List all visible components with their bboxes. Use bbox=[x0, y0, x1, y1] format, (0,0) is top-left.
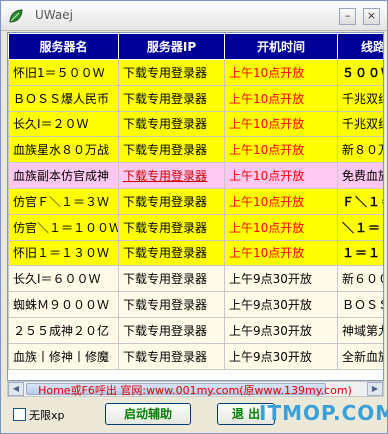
column-header-line[interactable]: 线路 bbox=[337, 33, 383, 60]
server-name-cell: 仿官＼１＝１００Ｗ bbox=[8, 213, 119, 241]
line-cell: ＢＯＳＳ bbox=[337, 291, 383, 318]
close-icon: × bbox=[366, 9, 377, 22]
open-time-cell: 上午10点开放 bbox=[224, 239, 338, 267]
open-time-cell: 上午9点30开放 bbox=[224, 265, 338, 293]
column-header-name[interactable]: 服务器名 bbox=[8, 33, 119, 60]
open-time-cell: 上午10点开放 bbox=[224, 162, 338, 189]
unlimited-xp-label: 无限xp bbox=[29, 409, 65, 422]
app-window: UWaej – × 服务器名 服务器IP 开机时间 线路 怀旧1＝５００Ｗ 下载专… bbox=[0, 0, 388, 434]
line-cell: 新８０万 bbox=[337, 136, 383, 164]
unlimited-xp-checkbox[interactable] bbox=[13, 408, 26, 421]
server-name-cell: 血族副本仿官成神 bbox=[8, 162, 119, 189]
info-text: Home或F6呼出 官网:www.001my.com(原www.139my.co… bbox=[38, 384, 352, 397]
table-row[interactable]: 蜘蛛Ｍ９０００Ｗ下载专用登录器上午9点30开放ＢＯＳＳ bbox=[8, 291, 383, 318]
server-table: 服务器名 服务器IP 开机时间 线路 怀旧1＝５００Ｗ 下载专用登录器 上午10点开… bbox=[8, 33, 383, 370]
server-name-cell: 仿官Ｆ＼１＝３Ｗ bbox=[8, 187, 119, 215]
header-row: 服务器名 服务器IP 开机时间 线路 bbox=[8, 33, 383, 60]
server-ip-cell: 下载专用登录器 bbox=[118, 110, 225, 138]
table-row[interactable]: ２５５成神２０亿下载专用登录器上午9点30开放神域第九 bbox=[8, 316, 383, 344]
line-cell: 千兆双线 bbox=[337, 110, 383, 138]
table-row[interactable]: 仿官＼１＝１００Ｗ下载专用登录器上午10点开放＼１＝１０ bbox=[8, 213, 383, 241]
server-name-cell: 怀旧１＝１３０Ｗ bbox=[8, 239, 119, 267]
table-row[interactable]: 血族丨修神丨修魔下载专用登录器上午9点30开放全新血族 bbox=[8, 342, 383, 370]
watermark: ITMOP.COM bbox=[259, 401, 388, 425]
server-ip-cell: 下载专用登录器 bbox=[118, 136, 225, 164]
table-row[interactable]: 长久Ⅰ＝２０Ｗ下载专用登录器上午10点开放千兆双线 bbox=[8, 110, 383, 138]
server-ip-cell: 下载专用登录器 bbox=[118, 187, 225, 215]
server-ip-cell: 下载专用登录器 bbox=[118, 239, 225, 267]
line-cell: 神域第九 bbox=[337, 316, 383, 344]
column-header-time[interactable]: 开机时间 bbox=[224, 33, 338, 60]
column-header-ip[interactable]: 服务器IP bbox=[118, 33, 225, 60]
server-name-cell: ＢＯＳＳ爆人民币 bbox=[8, 84, 119, 112]
server-name-cell: 蜘蛛Ｍ９０００Ｗ bbox=[8, 291, 119, 318]
line-cell: 新６００Ｗ bbox=[337, 265, 383, 293]
title-bar[interactable]: UWaej – × bbox=[1, 1, 387, 31]
table-row[interactable]: 血族星水８０万战下载专用登录器上午10点开放新８０万 bbox=[8, 136, 383, 164]
server-name-cell: ２５５成神２０亿 bbox=[8, 316, 119, 344]
table-row[interactable]: ＢＯＳＳ爆人民币下载专用登录器上午10点开放千兆双线 bbox=[8, 84, 383, 112]
minimize-button[interactable]: – bbox=[339, 8, 356, 25]
server-ip-cell: 下载专用登录器 bbox=[118, 213, 225, 241]
open-time-cell: 上午9点30开放 bbox=[224, 316, 338, 344]
window-title: UWaej bbox=[35, 8, 73, 22]
table-row[interactable]: 长久Ⅰ＝６００Ｗ下载专用登录器上午9点30开放新６００Ｗ bbox=[8, 265, 383, 293]
server-ip-cell: 下载专用登录器 bbox=[118, 291, 225, 318]
line-cell: 全新血族 bbox=[337, 342, 383, 370]
open-time-cell: 上午10点开放 bbox=[224, 136, 338, 164]
open-time-cell: 上午10点开放 bbox=[224, 59, 338, 86]
server-ip-cell: 下载专用登录器 bbox=[118, 316, 225, 344]
open-time-cell: 上午10点开放 bbox=[224, 213, 338, 241]
table-row[interactable]: 怀旧1＝５００Ｗ下载专用登录器上午10点开放５００Ｗ bbox=[8, 59, 383, 86]
server-name-cell: 血族星水８０万战 bbox=[8, 136, 119, 164]
open-time-cell: 上午9点30开放 bbox=[224, 342, 338, 370]
table-row[interactable]: 怀旧１＝１３０Ｗ下载专用登录器上午10点开放１＝１３０ bbox=[8, 239, 383, 267]
server-ip-cell: 下载专用登录器 bbox=[118, 59, 225, 86]
open-time-cell: 上午10点开放 bbox=[224, 110, 338, 138]
open-time-cell: 上午10点开放 bbox=[224, 187, 338, 215]
table-row[interactable]: 血族副本仿官成神下载专用登录器上午10点开放免费血族 bbox=[8, 162, 383, 189]
server-ip-cell: 下载专用登录器 bbox=[118, 162, 225, 189]
line-cell: ＼１＝１０ bbox=[337, 213, 383, 241]
line-cell: 千兆双线 bbox=[337, 84, 383, 112]
line-cell: 免费血族 bbox=[337, 162, 383, 189]
table-row[interactable]: 仿官Ｆ＼１＝３Ｗ下载专用登录器上午10点开放Ｆ＼１＝３ bbox=[8, 187, 383, 215]
close-button[interactable]: × bbox=[363, 8, 380, 25]
server-name-cell: 长久Ⅰ＝６００Ｗ bbox=[8, 265, 119, 293]
server-ip-cell: 下载专用登录器 bbox=[118, 265, 225, 293]
line-cell: ５００Ｗ bbox=[337, 59, 383, 86]
open-time-cell: 上午9点30开放 bbox=[224, 291, 338, 318]
server-name-cell: 长久Ⅰ＝２０Ｗ bbox=[8, 110, 119, 138]
minimize-icon: – bbox=[344, 9, 351, 22]
server-name-cell: 怀旧1＝５００Ｗ bbox=[8, 59, 119, 86]
server-ip-cell: 下载专用登录器 bbox=[118, 342, 225, 370]
leaf-icon bbox=[9, 9, 23, 23]
open-time-cell: 上午10点开放 bbox=[224, 84, 338, 112]
start-button[interactable]: 启动辅助 bbox=[105, 403, 191, 425]
line-cell: Ｆ＼１＝３ bbox=[337, 187, 383, 215]
server-grid[interactable]: 服务器名 服务器IP 开机时间 线路 怀旧1＝５００Ｗ 下载专用登录器 上午10点开… bbox=[7, 32, 384, 381]
line-cell: １＝１３０ bbox=[337, 239, 383, 267]
server-name-cell: 血族丨修神丨修魔 bbox=[8, 342, 119, 370]
server-ip-cell: 下载专用登录器 bbox=[118, 84, 225, 112]
